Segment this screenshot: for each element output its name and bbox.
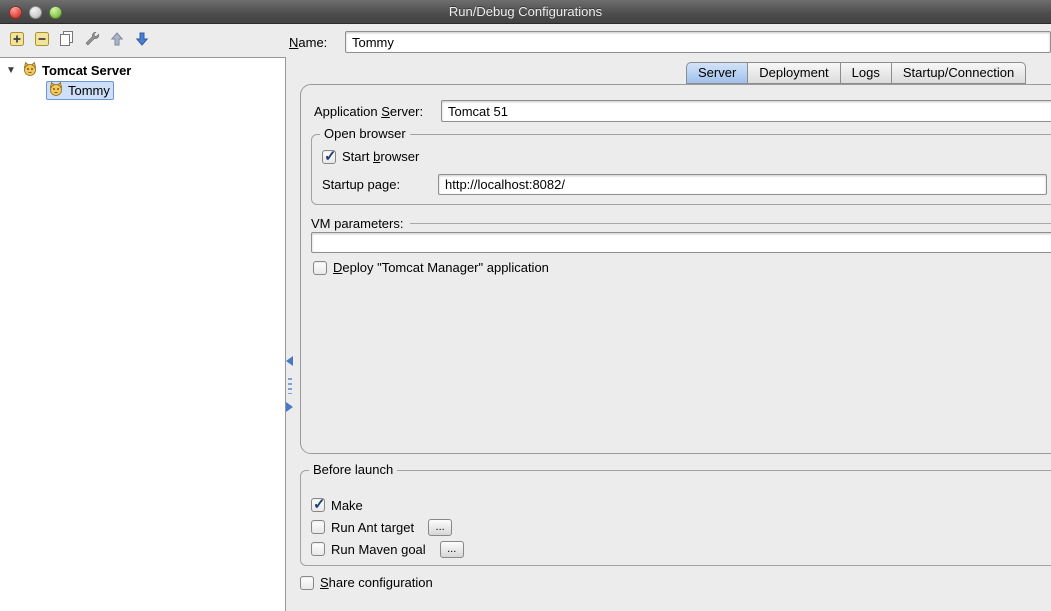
tab-startup-connection[interactable]: Startup/Connection [891,62,1026,84]
arrow-down-icon [133,30,151,48]
run-ant-target-label[interactable]: Run Ant target [331,520,414,535]
run-maven-goal-checkbox[interactable] [311,542,325,556]
edit-defaults-button[interactable] [82,29,101,48]
tomcat-icon [48,81,64,100]
close-button[interactable] [9,6,22,19]
arrow-up-icon [108,30,126,48]
add-icon [8,30,26,48]
name-input[interactable] [345,31,1051,53]
move-up-button[interactable] [107,29,126,48]
make-label[interactable]: Make [331,498,363,513]
application-server-label: Application Server: [314,104,423,119]
wrench-icon [83,30,101,48]
tab-deployment[interactable]: Deployment [747,62,840,84]
copy-configuration-button[interactable] [57,29,76,48]
tree-item-label[interactable]: Tommy [68,83,110,98]
startup-page-label: Startup page: [322,177,400,192]
open-browser-group-title: Open browser [320,126,410,141]
deploy-tomcat-manager-checkbox[interactable] [313,261,327,275]
run-ant-target-checkbox[interactable] [311,520,325,534]
startup-page-input[interactable] [438,174,1047,195]
tab-server[interactable]: Server [686,62,748,84]
deploy-tomcat-manager-label[interactable]: Deploy "Tomcat Manager" application [333,260,549,275]
copy-icon [58,30,76,48]
tomcat-icon [22,61,38,80]
disclosure-triangle-icon[interactable]: ▼ [6,65,18,76]
make-checkbox[interactable] [311,498,325,512]
window-title: Run/Debug Configurations [0,0,1051,24]
vm-parameters-input[interactable] [311,232,1051,253]
tree-item-tomcat-server[interactable]: ▼ Tomcat Server [0,61,285,80]
run-ant-target-browse-button[interactable]: ... [428,519,452,536]
tree-item-label[interactable]: Tomcat Server [42,63,131,78]
share-configuration-label[interactable]: Share configuration [320,575,433,590]
tab-bar: Server Deployment Logs Startup/Connectio… [686,62,1026,84]
before-launch-group: Before launch Make Run Ant target ... Ru… [300,470,1051,566]
server-tab-panel: Application Server: Open browser Start b… [300,84,1051,454]
splitter-collapse-left-icon[interactable] [286,356,293,366]
start-browser-checkbox[interactable] [322,150,336,164]
share-configuration-checkbox[interactable] [300,576,314,590]
move-down-button[interactable] [132,29,151,48]
configurations-toolbar [7,29,151,48]
tree-splitter [284,352,297,422]
open-browser-group: Open browser Start browser Startup page: [311,134,1051,205]
remove-icon [33,30,51,48]
add-configuration-button[interactable] [7,29,26,48]
run-maven-goal-label[interactable]: Run Maven goal [331,542,426,557]
vm-parameters-label: VM parameters: [311,216,403,231]
before-launch-group-title: Before launch [309,462,397,477]
separator-line [410,223,1051,224]
zoom-button[interactable] [49,6,62,19]
name-label: Name: [289,35,327,50]
minimize-button[interactable] [29,6,42,19]
tab-logs[interactable]: Logs [840,62,892,84]
start-browser-label[interactable]: Start browser [342,149,419,164]
titlebar: Run/Debug Configurations [0,0,1051,24]
run-maven-goal-browse-button[interactable]: ... [440,541,464,558]
run-debug-configurations-dialog: Run/Debug Configurations Name: [0,0,1051,611]
splitter-grip[interactable] [288,378,292,394]
run-config-tree: ▼ Tomcat Server Tommy [0,57,286,611]
tree-item-tommy[interactable]: Tommy [46,81,114,100]
application-server-combo[interactable] [441,100,1051,122]
splitter-expand-right-icon[interactable] [286,402,293,412]
remove-configuration-button[interactable] [32,29,51,48]
